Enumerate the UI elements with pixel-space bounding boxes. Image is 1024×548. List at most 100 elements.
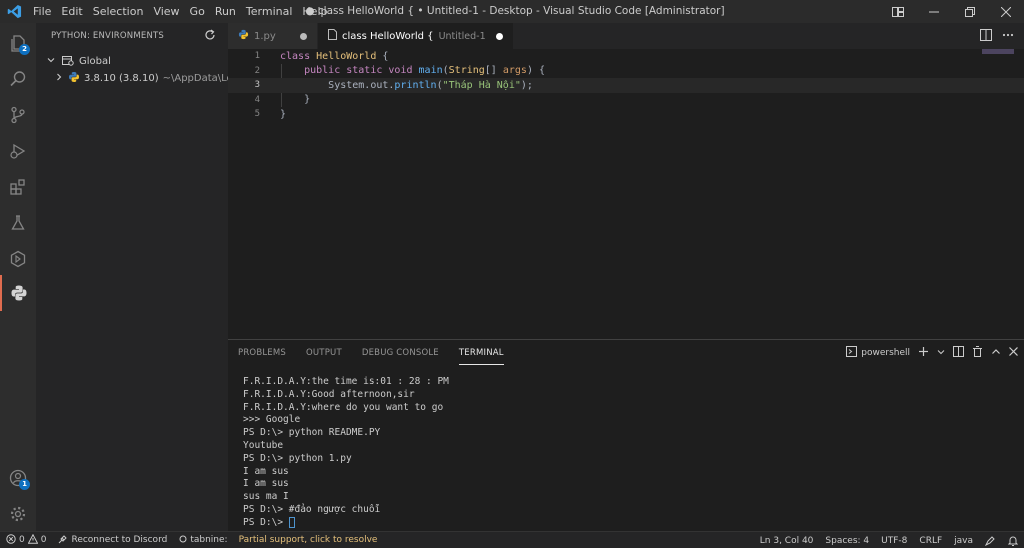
sidebar-title: PYTHON: ENVIRONMENTS [51, 31, 164, 41]
terminal-line: PS D:\> #đảo ngược chuỗi [243, 503, 381, 515]
terminal-output[interactable]: F.R.I.D.A.Y:the time is:01 : 28 : PM F.R… [243, 376, 449, 530]
line-number: 4 [254, 94, 260, 105]
menu-go[interactable]: Go [185, 0, 210, 23]
line-number: 5 [254, 109, 260, 120]
terminal-prompt: PS D:\> [243, 516, 289, 528]
menu-view[interactable]: View [148, 0, 184, 23]
unsaved-dot-icon[interactable] [300, 32, 307, 40]
tree-item-global[interactable]: Global [36, 53, 228, 70]
testing-icon[interactable] [0, 205, 36, 241]
extensions-icon[interactable] [0, 169, 36, 205]
line-number: 3 [254, 80, 260, 91]
new-terminal-plus-icon[interactable] [918, 346, 929, 360]
tab-class-helloworld-desc: Untitled-1 [438, 30, 486, 42]
terminal-line: F.R.I.D.A.Y:where do you want to go [243, 401, 444, 413]
tab-class-helloworld[interactable]: class HelloWorld { Untitled-1 [318, 23, 514, 49]
terminal-line: sus ma I [243, 491, 289, 503]
terminal-prompt-line[interactable]: PS D:\> [243, 516, 449, 530]
code-line: 4 } [228, 93, 1024, 108]
explorer-icon[interactable]: 2 [0, 25, 36, 61]
indentation[interactable]: Spaces: 4 [819, 536, 875, 546]
layout-icon[interactable] [880, 0, 916, 23]
activity-bar: 2 1 [0, 23, 36, 536]
python-file-icon [238, 29, 249, 43]
tabnine-status[interactable]: tabnine: Partial support, click to resol… [173, 535, 383, 546]
terminal-shell-selector[interactable]: powershell [846, 346, 910, 360]
chevron-up-icon[interactable] [991, 347, 1001, 360]
chevron-down-icon[interactable] [937, 348, 945, 359]
punct-token: } [280, 108, 287, 120]
accounts-icon[interactable]: 1 [0, 460, 36, 496]
source-control-icon[interactable] [0, 97, 36, 133]
editor-tab-bar: 1.py class HelloWorld { Untitled-1 [228, 23, 1024, 49]
restore-icon[interactable] [952, 0, 988, 23]
close-icon[interactable] [988, 0, 1024, 23]
editor-scrollbar[interactable] [1014, 49, 1024, 339]
punct-token: } [304, 94, 311, 106]
notifications-bell-icon[interactable] [1002, 535, 1024, 546]
language-mode[interactable]: java [948, 536, 979, 546]
python-icon[interactable] [0, 275, 36, 311]
terminal-line: F.R.I.D.A.Y:the time is:01 : 28 : PM [243, 376, 449, 387]
tab-1-py[interactable]: 1.py [228, 23, 318, 49]
panel-tabs: PROBLEMS OUTPUT DEBUG CONSOLE TERMINAL p… [228, 340, 1024, 366]
cursor-position[interactable]: Ln 3, Col 40 [754, 536, 820, 546]
window-title: ● class HelloWorld { • Untitled-1 - Desk… [305, 5, 725, 17]
editor-actions [980, 29, 1014, 44]
sidebar-python-environments: PYTHON: ENVIRONMENTS Global 3.8.10 (3.8.… [36, 23, 248, 536]
partial-support-link[interactable]: Partial support, click to resolve [239, 535, 378, 545]
menu-bar: File Edit Selection View Go Run Terminal… [28, 0, 332, 23]
explorer-badge: 2 [19, 44, 30, 55]
menu-run[interactable]: Run [210, 0, 241, 23]
line-number: 1 [254, 51, 260, 62]
panel-actions: powershell [846, 346, 1018, 360]
discord-status[interactable]: Reconnect to Discord [52, 534, 173, 547]
vscode-logo-icon [0, 0, 28, 23]
terminal-line: Youtube [243, 439, 284, 451]
menu-file[interactable]: File [28, 0, 56, 23]
problems-status[interactable]: 0 0 [0, 533, 52, 547]
terminal-line: >>> Google [243, 414, 301, 426]
search-icon[interactable] [0, 61, 36, 97]
object-token: System.out. [328, 79, 395, 91]
menu-edit[interactable]: Edit [56, 0, 87, 23]
tab-class-helloworld-label: class HelloWorld { [342, 30, 434, 42]
tab-output[interactable]: OUTPUT [306, 340, 342, 366]
refresh-icon[interactable] [204, 29, 216, 44]
chevron-down-icon [46, 55, 56, 68]
menu-terminal[interactable]: Terminal [241, 0, 298, 23]
punct-token: ) { [526, 65, 545, 77]
remote-explorer-icon[interactable] [0, 241, 36, 277]
split-terminal-icon[interactable] [953, 346, 964, 360]
tab-debug-console[interactable]: DEBUG CONSOLE [362, 340, 439, 366]
feedback-icon[interactable] [979, 535, 1002, 546]
window-controls [880, 0, 1024, 23]
minimize-icon[interactable] [916, 0, 952, 23]
code-editor[interactable]: 1 class HelloWorld { 2 public static voi… [228, 49, 1024, 339]
tabnine-label: tabnine: [190, 535, 228, 545]
python-env-icon [68, 71, 80, 86]
minimap[interactable] [982, 49, 1014, 54]
unsaved-dot-icon[interactable] [495, 32, 503, 40]
end-of-line[interactable]: CRLF [913, 536, 948, 546]
chevron-right-icon [54, 72, 64, 85]
class-name-token: HelloWorld [316, 50, 377, 62]
more-actions-icon[interactable] [1002, 29, 1014, 44]
discord-label: Reconnect to Discord [71, 535, 168, 545]
trash-icon[interactable] [972, 346, 983, 360]
terminal-icon [846, 346, 858, 360]
encoding[interactable]: UTF-8 [875, 536, 913, 546]
menu-selection[interactable]: Selection [88, 0, 149, 23]
tabnine-icon [179, 535, 187, 546]
tab-problems[interactable]: PROBLEMS [238, 340, 286, 366]
tab-terminal[interactable]: TERMINAL [458, 342, 504, 365]
run-debug-icon[interactable] [0, 133, 36, 169]
split-editor-icon[interactable] [980, 29, 992, 44]
type-token: String [448, 65, 485, 77]
keyword-token: public [304, 65, 341, 77]
gear-icon[interactable] [0, 496, 36, 532]
punct-token: { [376, 50, 389, 62]
tree-item-python-env[interactable]: 3.8.10 (3.8.10) ~\AppData\Loc... [36, 70, 248, 87]
close-panel-icon[interactable] [1009, 347, 1018, 359]
punct-token: [] [484, 65, 503, 77]
